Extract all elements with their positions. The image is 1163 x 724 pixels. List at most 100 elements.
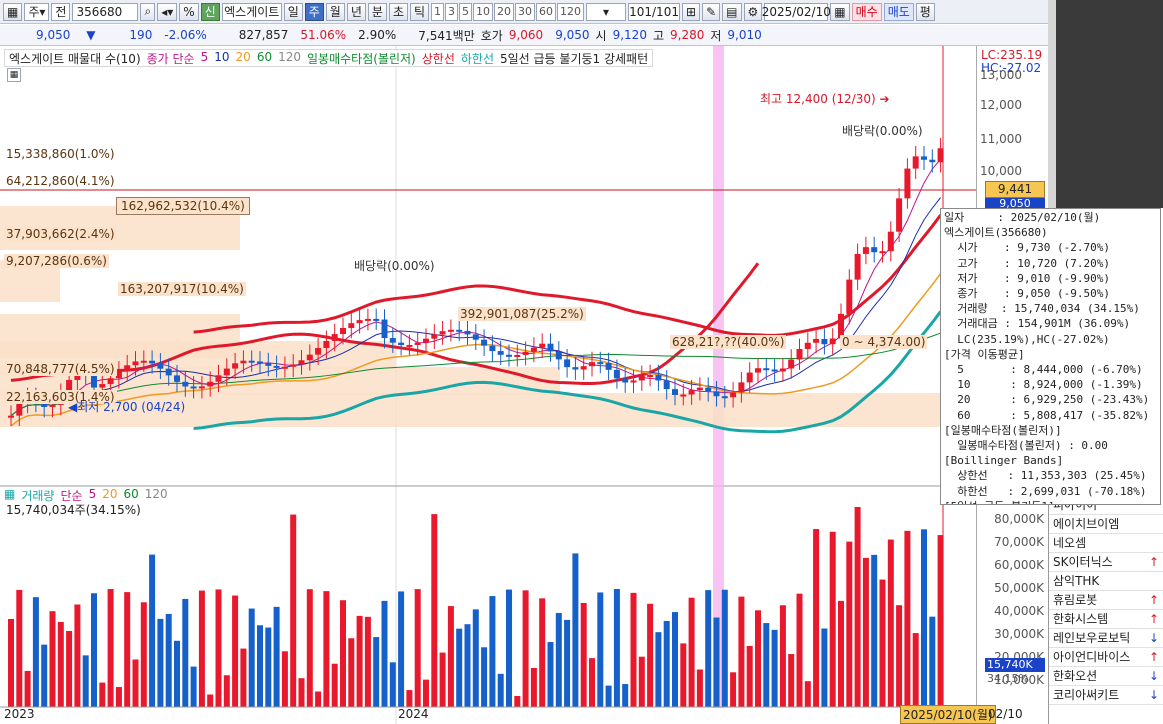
sell-button[interactable]: 매도 xyxy=(883,2,914,21)
volume-bar xyxy=(829,531,836,707)
minute-tab[interactable]: 5 xyxy=(459,2,473,21)
volume-bar xyxy=(663,620,670,707)
minute-tab[interactable]: 120 xyxy=(557,2,585,21)
volume-bar xyxy=(232,595,239,707)
volume-bar xyxy=(373,637,380,707)
watch-list-item[interactable]: 한화시스템 ↑ xyxy=(1049,610,1163,629)
calendar-icon[interactable]: ▤ xyxy=(722,2,742,21)
candle-body xyxy=(738,382,745,393)
side-panel-top xyxy=(1056,0,1163,208)
period-tab[interactable]: 월 xyxy=(325,2,345,21)
watch-list-item[interactable]: SK이터닉스 ↑ xyxy=(1049,553,1163,572)
volume-bar xyxy=(24,670,31,707)
candle-body xyxy=(672,389,678,395)
minute-tab[interactable]: 20 xyxy=(494,2,515,21)
watch-list-item[interactable]: 코리아써키트 ↓ xyxy=(1049,686,1163,705)
candle-body xyxy=(331,334,338,341)
vp-label: 9,207,286(0.6%) xyxy=(4,254,109,268)
volume-bar xyxy=(74,604,81,707)
volume-bar xyxy=(779,605,786,707)
minute-tab[interactable]: 3 xyxy=(445,2,459,21)
volume-bar xyxy=(555,613,562,707)
code-input[interactable]: 356680 xyxy=(72,2,139,21)
candle-body xyxy=(788,359,795,369)
buy-button[interactable]: 매수 xyxy=(851,2,882,21)
candle-body xyxy=(124,365,131,372)
period-tab[interactable]: 분 xyxy=(367,2,387,21)
volume-bar xyxy=(862,557,869,707)
volume-pct: 34.15% xyxy=(987,672,1029,685)
candle-body xyxy=(821,338,828,345)
volume-bar xyxy=(91,593,97,707)
volume-bar xyxy=(66,631,73,707)
vp-label: 37,903,662(2.4%) xyxy=(4,227,117,241)
candle-body xyxy=(896,198,903,232)
grid-icon[interactable]: ⊞ xyxy=(682,2,701,21)
x-label: 2023 xyxy=(4,707,35,721)
candle-body xyxy=(315,348,322,355)
candle-body xyxy=(655,375,662,381)
volume-bar xyxy=(257,625,263,707)
search-icon[interactable]: ⌕ xyxy=(140,2,156,21)
watch-list-item[interactable]: 휴림로봇 ↑ xyxy=(1049,591,1163,610)
volume-bar xyxy=(788,654,795,707)
hoga-bid: 9,050 xyxy=(555,28,590,42)
candle-body xyxy=(414,342,421,345)
sound-icon[interactable]: ◂▾ xyxy=(157,2,178,21)
candle-body xyxy=(779,368,786,372)
draw-icon[interactable]: ✎ xyxy=(702,2,721,21)
eval-button[interactable]: 평 xyxy=(915,2,935,21)
candle-body xyxy=(323,340,330,349)
candle-body xyxy=(439,331,446,335)
table-icon[interactable]: ▦ xyxy=(7,68,21,82)
volume-bar xyxy=(514,695,521,707)
volume-bar xyxy=(597,592,604,707)
market-select[interactable]: 주 ▾ xyxy=(24,2,50,21)
date-input[interactable]: 2025/02/10 xyxy=(762,2,831,21)
gear-icon[interactable]: ⚙ xyxy=(743,2,763,21)
candle-body xyxy=(182,381,189,387)
volume-bar xyxy=(331,663,338,707)
new-badge: 신 xyxy=(200,2,220,21)
volume-bar xyxy=(497,673,504,707)
period-tab[interactable]: 초 xyxy=(388,2,408,21)
legend-title: 엑스게이트 매물대 수(10) xyxy=(9,52,141,66)
candle-body xyxy=(630,380,637,383)
period-tab[interactable]: 틱 xyxy=(409,2,430,21)
minute-tab[interactable]: 60 xyxy=(536,2,557,21)
period-tab[interactable]: 주 xyxy=(304,2,324,21)
candle-body xyxy=(514,354,521,357)
legend-ma-item: 10 xyxy=(214,50,230,64)
volume-bar xyxy=(398,591,405,707)
type-select[interactable]: 전 xyxy=(51,2,71,21)
candle-body xyxy=(804,342,811,349)
watch-list-item[interactable]: 삼익THK xyxy=(1049,572,1163,591)
minute-tab[interactable]: 10 xyxy=(473,2,494,21)
candle-body xyxy=(240,360,247,364)
minute-tab[interactable]: 1 xyxy=(431,2,445,21)
price-chart[interactable] xyxy=(0,46,976,724)
watch-list-item[interactable]: 에이치브이엠 xyxy=(1049,515,1163,534)
calendar-pick-icon[interactable]: ▦ xyxy=(830,2,850,21)
chart-menu-icon[interactable]: ▦ xyxy=(3,2,23,21)
volume-bar xyxy=(838,600,844,707)
volume-bar xyxy=(340,600,346,707)
toolbar: ▦ 주 ▾ 전 356680 ⌕ ◂▾ % 신 엑스게이트 일주월년분초틱 135… xyxy=(0,0,1048,24)
watch-list-item[interactable]: 네오셈 xyxy=(1049,534,1163,553)
watch-list-item[interactable]: 레인보우로보틱 ↓ xyxy=(1049,629,1163,648)
percent-icon[interactable]: % xyxy=(179,2,199,21)
period-tab[interactable]: 일 xyxy=(283,2,303,21)
volume-bar xyxy=(439,652,446,707)
watch-list-item[interactable]: 한화오션 ↓ xyxy=(1049,667,1163,686)
candle-body xyxy=(140,360,147,363)
vol-tick: 40,000K xyxy=(994,604,1044,618)
volume-bar xyxy=(57,622,64,707)
volume-bar xyxy=(356,615,363,707)
volume-bar xyxy=(879,579,886,707)
candle-body xyxy=(16,402,23,416)
current-price-tag: 9,441 xyxy=(985,181,1045,198)
watch-list-item[interactable]: 아이언디바이스 ↑ xyxy=(1049,648,1163,667)
period-tab[interactable]: 년 xyxy=(346,2,366,21)
minute-select[interactable]: ▾ xyxy=(586,2,627,21)
minute-tab[interactable]: 30 xyxy=(515,2,536,21)
